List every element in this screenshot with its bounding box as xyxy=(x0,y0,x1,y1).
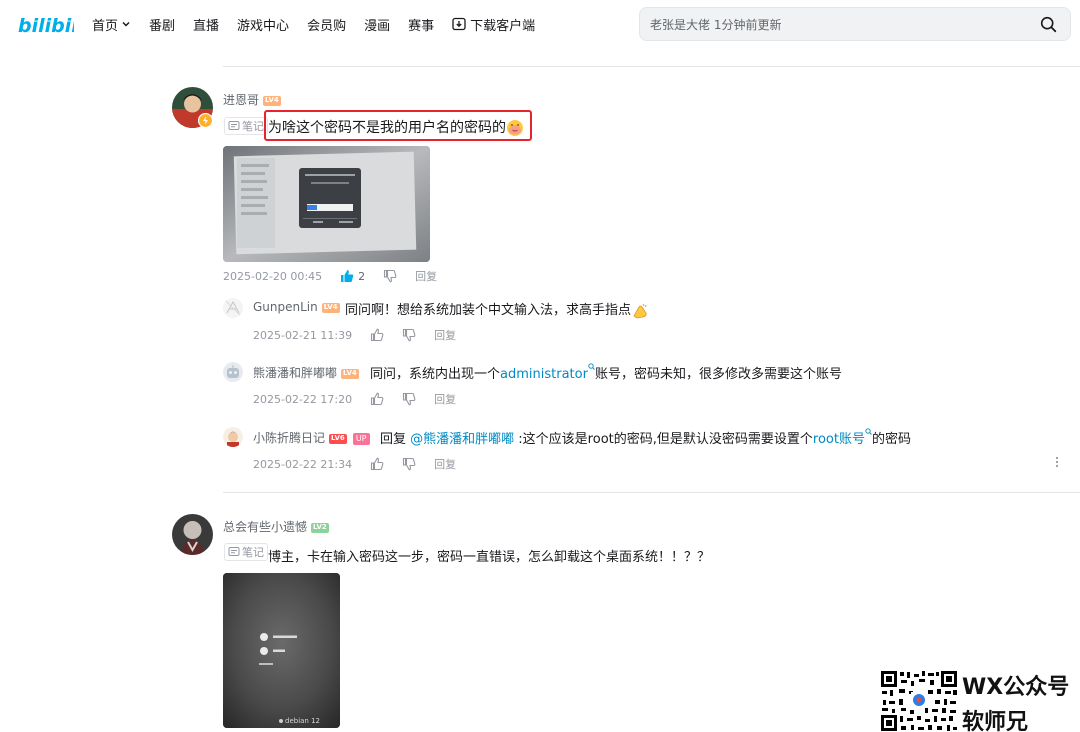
nav-esports[interactable]: 赛事 xyxy=(408,15,434,34)
comment-image[interactable] xyxy=(223,146,430,262)
verified-badge-icon xyxy=(198,113,213,128)
chevron-down-icon xyxy=(122,21,130,27)
nav-manga[interactable]: 漫画 xyxy=(364,15,390,34)
watermark-line-1: WX公众号 xyxy=(962,675,1070,700)
comment-date: 2025-02-20 00:45 xyxy=(223,269,323,283)
comment-text: 博主，卡在输入密码这一步，密码一直错误，怎么卸载这个桌面系统！！？？ xyxy=(268,550,711,565)
level-badge: LV2 xyxy=(311,522,329,533)
thumbs-up-icon xyxy=(341,270,354,282)
reply-avatar[interactable] xyxy=(223,362,243,382)
avatar[interactable] xyxy=(172,514,213,555)
divider xyxy=(223,492,1080,493)
search-small-icon xyxy=(865,428,872,435)
up-badge: UP xyxy=(352,432,370,445)
reply-button[interactable]: 回复 xyxy=(415,268,437,284)
download-icon xyxy=(452,17,466,31)
thumbs-down-icon[interactable] xyxy=(402,328,416,342)
search-small-icon xyxy=(588,363,595,370)
note-icon xyxy=(228,121,240,130)
reply-text: 回复 @熊潘潘和胖嘟嘟 :这个应该是root的密码,但是默认没密码需要设置个ro… xyxy=(380,428,911,447)
nav-game-center[interactable]: 游戏中心 xyxy=(237,15,289,34)
reply-date: 2025-02-22 21:34 xyxy=(253,457,353,471)
reply-date: 2025-02-21 11:39 xyxy=(253,328,353,342)
reply-username[interactable]: GunpenLin LV4 xyxy=(253,300,340,314)
thumbs-up-icon[interactable] xyxy=(370,457,384,471)
like-button[interactable]: 2 xyxy=(340,269,365,283)
search-input[interactable] xyxy=(650,16,1030,34)
debian-label: debian 12 xyxy=(285,717,320,725)
reply-username[interactable]: 熊潘潘和胖嘟嘟 LV4 xyxy=(253,364,359,381)
like-count: 2 xyxy=(358,269,366,283)
nav-anime[interactable]: 番剧 xyxy=(149,15,175,34)
reply-button[interactable]: 回复 xyxy=(434,327,456,343)
reply-text: 同问，系统内出现一个administrator 账号，密码未知，很多修改多需要这个… xyxy=(370,363,842,382)
highlight-box xyxy=(264,110,532,141)
divider xyxy=(223,66,1080,67)
thumbs-up-icon[interactable] xyxy=(370,328,384,342)
top-header: bilibili 首页 番剧 直播 游戏中心 会员购 漫画 赛事 下载客户端 xyxy=(0,0,1080,48)
nav-download-client[interactable]: 下载客户端 xyxy=(452,15,535,34)
note-tag[interactable]: 笔记 xyxy=(224,543,268,561)
level-badge: LV6 xyxy=(329,433,347,444)
thumbs-up-icon[interactable] xyxy=(370,392,384,406)
thumbs-down-icon[interactable] xyxy=(383,269,397,283)
search-bar xyxy=(639,7,1071,41)
nav-live[interactable]: 直播 xyxy=(193,15,219,34)
comment-image[interactable]: debian 12 xyxy=(223,573,340,728)
comment-meta: 2025-02-20 00:45 2 回复 xyxy=(223,268,437,284)
search-icon[interactable] xyxy=(1040,16,1057,33)
more-options-icon[interactable] xyxy=(1053,455,1061,469)
level-badge: LV4 xyxy=(321,302,340,313)
reply-button[interactable]: 回复 xyxy=(434,391,456,407)
clapping-emoji-icon xyxy=(633,303,647,318)
nav-vip-shop[interactable]: 会员购 xyxy=(307,15,346,34)
reply-text: 同问啊！想给系统加装个中文输入法，求高手指点 xyxy=(345,299,649,320)
level-badge: LV4 xyxy=(263,95,281,106)
reply-meta: 2025-02-22 17:20 回复 xyxy=(253,391,456,407)
comment-username[interactable]: 进恩哥 LV4 xyxy=(223,91,281,108)
reply-meta: 2025-02-22 21:34 回复 xyxy=(253,456,456,472)
keyword-link[interactable]: root账号 xyxy=(813,432,865,447)
reply-avatar[interactable] xyxy=(223,427,243,447)
reply-button[interactable]: 回复 xyxy=(434,456,456,472)
bilibili-logo[interactable]: bilibili xyxy=(18,10,74,38)
watermark-line-2: 软师兄 xyxy=(962,710,1029,732)
thumbs-down-icon[interactable] xyxy=(402,392,416,406)
reply-meta: 2025-02-21 11:39 回复 xyxy=(253,327,456,343)
reply-date: 2025-02-22 17:20 xyxy=(253,392,353,406)
qr-code xyxy=(880,670,958,732)
mention-link[interactable]: @熊潘潘和胖嘟嘟 xyxy=(410,432,514,447)
note-icon xyxy=(228,547,240,556)
comment-username[interactable]: 总会有些小遗憾 LV2 xyxy=(223,518,329,535)
main-nav: 首页 番剧 直播 游戏中心 会员购 漫画 赛事 下载客户端 xyxy=(92,15,553,34)
nav-home[interactable]: 首页 xyxy=(92,15,131,34)
keyword-link[interactable]: administrator xyxy=(500,367,588,382)
svg-text:bilibili: bilibili xyxy=(18,15,74,37)
reply-avatar[interactable] xyxy=(223,298,243,318)
note-tag[interactable]: 笔记 xyxy=(224,117,268,135)
thumbs-down-icon[interactable] xyxy=(402,457,416,471)
reply-username[interactable]: 小陈折腾日记 LV6 UP xyxy=(253,429,370,446)
level-badge: LV4 xyxy=(341,368,359,379)
